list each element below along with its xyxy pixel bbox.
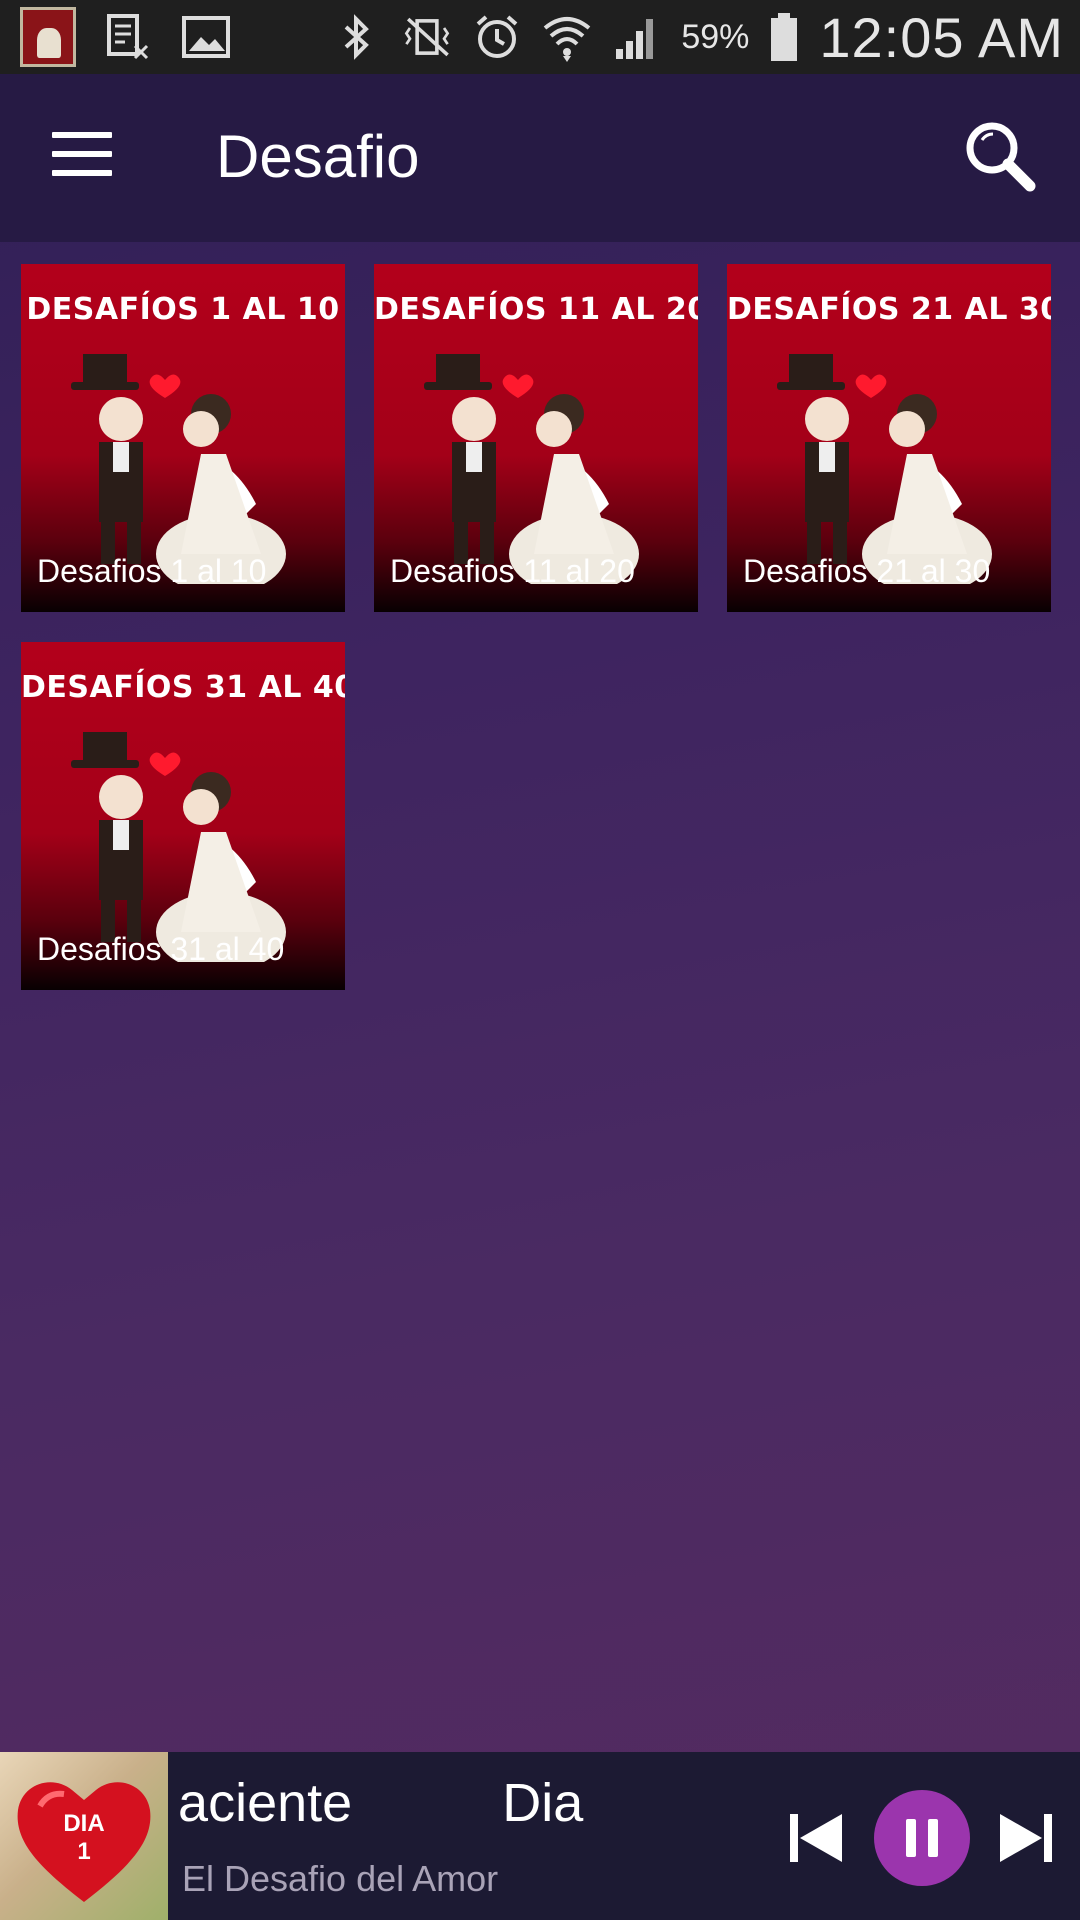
card-caption: Desafios 31 al 40: [37, 931, 285, 967]
card-banner: DESAFÍOS 21 AL 30: [727, 292, 1051, 327]
album-art-label: DIA 1: [63, 1810, 105, 1865]
bluetooth-icon: [331, 11, 383, 63]
skip-next-icon[interactable]: [996, 1808, 1056, 1868]
card-banner: DESAFÍOS 11 AL 20: [374, 292, 698, 327]
pause-button[interactable]: [874, 1790, 970, 1886]
vibrate-icon: [401, 11, 453, 63]
document-icon: [102, 11, 154, 63]
card-caption: Desafios 1 al 10: [37, 553, 267, 589]
battery-icon: [767, 11, 801, 63]
grid-item-desafios-1-10[interactable]: DESAFÍOS 1 AL 10 Desafios 1 al 10: [21, 264, 345, 612]
alarm-icon: [471, 11, 523, 63]
battery-percent: 59%: [681, 17, 750, 56]
app-bar: Desafio: [0, 74, 1080, 242]
pause-icon-bar: [906, 1819, 916, 1857]
track-subtitle: El Desafio del Amor: [182, 1858, 499, 1899]
grid-item-desafios-21-30[interactable]: DESAFÍOS 21 AL 30 Desafios 21 al 30: [727, 264, 1051, 612]
status-bar: 59% 12:05 AM: [0, 0, 1080, 74]
hamburger-menu-icon[interactable]: [52, 132, 112, 182]
signal-icon: [611, 11, 663, 63]
wifi-icon: [541, 11, 593, 63]
card-caption: Desafios 11 al 20: [390, 553, 635, 589]
pause-icon-bar: [928, 1819, 938, 1857]
card-banner: DESAFÍOS 31 AL 40: [21, 670, 345, 705]
wedding-couple-illustration: [777, 354, 992, 584]
skip-previous-icon[interactable]: [786, 1808, 846, 1868]
wedding-couple-illustration: [71, 732, 286, 962]
card-banner: DESAFÍOS 1 AL 10: [26, 292, 340, 327]
clock: 12:05 AM: [819, 5, 1064, 69]
wedding-couple-illustration: [71, 354, 286, 584]
wedding-couple-illustration: [424, 354, 639, 584]
app-notification-icon: [20, 7, 76, 67]
grid-item-desafios-31-40[interactable]: DESAFÍOS 31 AL 40 Desafios 31 al 40: [21, 642, 345, 990]
image-icon: [180, 11, 232, 63]
mini-player[interactable]: DIA 1 es Paciente Dia El Desafio del Amo…: [0, 1752, 1080, 1920]
track-title-marquee: es Paciente Dia: [180, 1772, 740, 1842]
card-caption: Desafios 21 al 30: [743, 553, 991, 589]
album-art[interactable]: DIA 1: [0, 1752, 168, 1920]
grid-item-desafios-11-20[interactable]: DESAFÍOS 11 AL 20 Desafios 11 al 20: [374, 264, 698, 612]
page-title: Desafio: [216, 123, 420, 190]
track-title: es Paciente Dia: [180, 1773, 584, 1833]
search-icon[interactable]: [960, 116, 1040, 196]
